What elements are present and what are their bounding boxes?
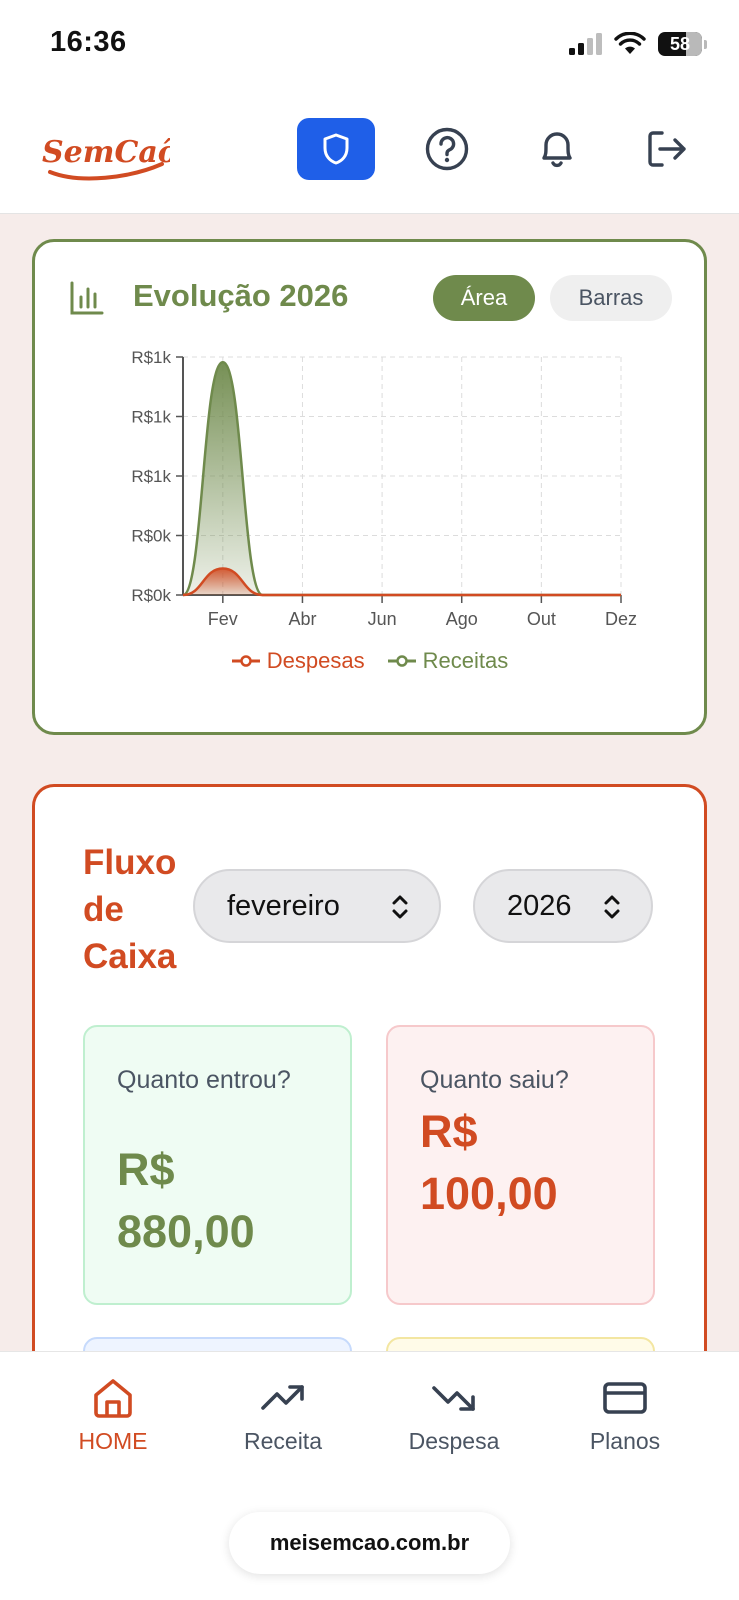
- x-tick-label: Fev: [208, 609, 238, 629]
- trending-up-icon: [261, 1385, 304, 1410]
- nav-receita[interactable]: Receita: [198, 1376, 368, 1455]
- evolution-card: Evolução 2026 Área Barras R$0k R$0k R$1k R$…: [32, 239, 707, 735]
- status-icons: 58: [568, 32, 707, 56]
- status-time: 16:36: [50, 26, 127, 58]
- browser-url-bar[interactable]: meisemcao.com.br: [229, 1512, 510, 1574]
- expenses-summary-card[interactable]: Quanto saiu? R$ 100,00: [386, 1025, 655, 1305]
- month-value: fevereiro: [227, 889, 340, 922]
- help-circle-icon: [425, 127, 469, 171]
- income-label: Quanto entrou?: [117, 1066, 291, 1094]
- shield-icon: [323, 133, 349, 165]
- help-button[interactable]: [408, 118, 486, 180]
- expenses-label: Quanto saiu?: [420, 1066, 569, 1094]
- cashflow-title-line: Caixa: [83, 937, 177, 976]
- income-amount: 880,00: [117, 1206, 255, 1257]
- logout-icon: [648, 131, 686, 167]
- nav-despesa[interactable]: Despesa: [369, 1376, 539, 1455]
- year-value: 2026: [507, 889, 572, 922]
- battery-icon: 58: [658, 32, 702, 56]
- evolution-chart: R$0k R$0k R$1k R$1k R$1k Fev Abr Jun Ago Out Dez: [131, 348, 637, 629]
- cashflow-title-line: de: [83, 890, 124, 929]
- nav-planos-label: Planos: [589, 1428, 661, 1454]
- trending-down-icon: [432, 1386, 475, 1411]
- x-tick-label: Jun: [368, 609, 397, 629]
- cashflow-title-line: Fluxo: [83, 843, 177, 882]
- legend-expenses[interactable]: Despesas: [231, 648, 365, 674]
- wifi-icon: [614, 32, 646, 54]
- y-tick-label: R$1k: [131, 348, 171, 367]
- area-series-income: [183, 362, 621, 595]
- y-tick-label: R$1k: [131, 408, 171, 427]
- y-tick-label: R$1k: [131, 467, 171, 486]
- expenses-amount: 100,00: [420, 1168, 558, 1219]
- legend-income-label: Receitas: [422, 648, 509, 673]
- x-tick-label: Abr: [288, 609, 316, 629]
- cashflow-card: Fluxo de Caixa fevereiro 2026 Quanto ent…: [32, 784, 707, 1384]
- month-select[interactable]: fevereiro: [193, 869, 441, 943]
- nav-home-label: HOME: [78, 1428, 148, 1454]
- semcao-logo[interactable]: SemCaô: [40, 126, 170, 182]
- logout-button[interactable]: [628, 118, 706, 180]
- expenses-value: R$ 100,00: [420, 1101, 640, 1225]
- x-tick-label: Dez: [605, 609, 637, 629]
- nav-planos[interactable]: Planos: [540, 1376, 710, 1455]
- legend-income-marker-icon: [387, 655, 416, 667]
- cashflow-title: Fluxo de Caixa: [83, 839, 193, 980]
- svg-text:SemCaô: SemCaô: [42, 135, 170, 170]
- bottom-nav: HOME Receita Despesa Planos meisemcao.co…: [0, 1351, 739, 1600]
- home-icon: [94, 1379, 132, 1418]
- legend-expenses-marker-icon: [231, 655, 260, 667]
- cellular-signal-icon: [569, 33, 602, 55]
- app-header: SemCaô: [0, 92, 739, 214]
- chevron-up-down-icon: [392, 895, 408, 919]
- y-tick-label: R$0k: [131, 527, 171, 546]
- income-value: R$ 880,00: [117, 1139, 337, 1263]
- credit-card-icon: [603, 1382, 647, 1414]
- chevron-up-down-icon: [604, 895, 620, 919]
- battery-level: 58: [669, 33, 691, 54]
- nav-receita-label: Receita: [244, 1428, 322, 1454]
- chart-legend: Despesas Receitas: [35, 648, 704, 674]
- income-summary-card[interactable]: Quanto entrou? R$ 880,00: [83, 1025, 352, 1305]
- year-select[interactable]: 2026: [473, 869, 653, 943]
- status-bar: 16:36 58: [0, 0, 739, 92]
- expenses-currency: R$: [420, 1106, 478, 1157]
- x-tick-label: Ago: [446, 609, 478, 629]
- bell-icon: [542, 132, 572, 168]
- legend-expenses-label: Despesas: [266, 648, 365, 673]
- legend-income[interactable]: Receitas: [387, 648, 509, 674]
- nav-home[interactable]: HOME: [28, 1376, 198, 1455]
- x-tick-label: Out: [527, 609, 556, 629]
- security-button[interactable]: [297, 118, 375, 180]
- notifications-button[interactable]: [518, 118, 596, 180]
- y-tick-label: R$0k: [131, 586, 171, 605]
- nav-despesa-label: Despesa: [408, 1428, 500, 1454]
- income-currency: R$: [117, 1144, 175, 1195]
